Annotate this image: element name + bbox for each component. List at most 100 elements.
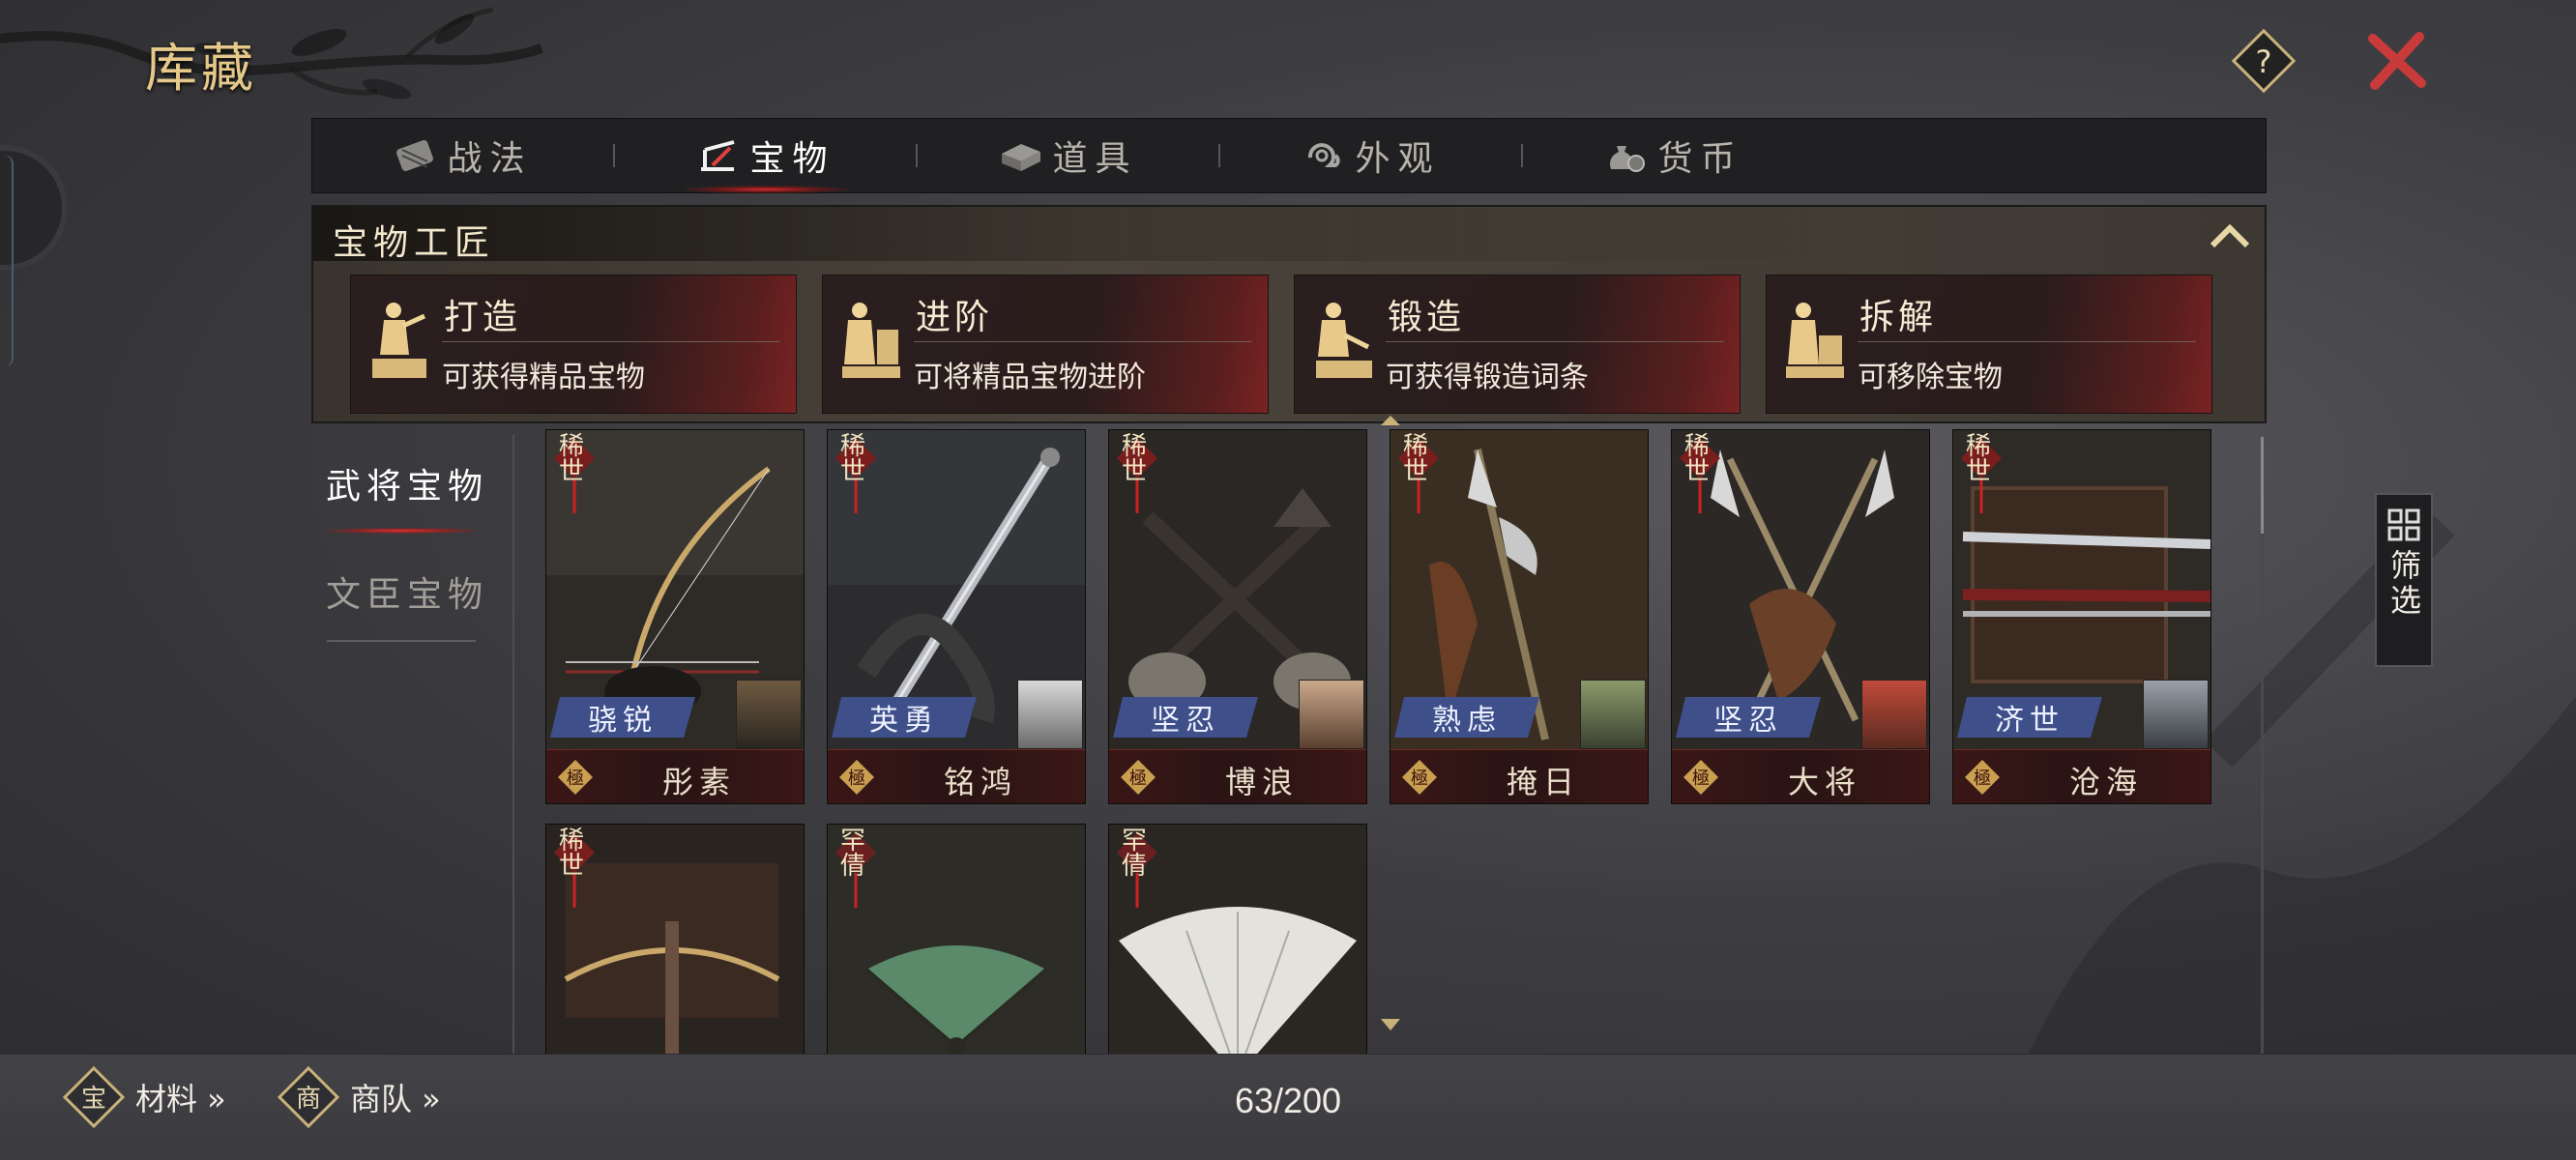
tab-currency-label: 货币 [1657,139,1743,179]
treasure-card[interactable]: 罕倩 [1108,824,1367,1054]
rarity-label: 罕倩 [1121,826,1147,881]
grade-icon: 極 [1121,760,1156,795]
rarity-label: 稀世 [839,432,865,486]
treasure-card[interactable]: 稀世 坚忍 極 大将 [1671,429,1930,804]
svg-text:?: ? [2256,44,2272,80]
caravan-link[interactable]: 商 商队 » [277,1063,441,1131]
treasure-card[interactable]: 罕倩 [827,824,1086,1054]
treasure-card[interactable]: 稀世 [545,824,805,1054]
craft-description: 可获得精品宝物 [442,361,645,394]
svg-text:極: 極 [1411,768,1428,789]
craft-card-advance[interactable]: 进阶 可将精品宝物进阶 [822,275,1269,414]
weapon-rack-icon [701,140,735,171]
svg-text:極: 極 [848,768,865,789]
treasure-name: 铭鸿 [943,764,1017,800]
treasure-footer: 極 沧海 [1953,749,2210,803]
tab-treasure-label: 宝物 [749,139,835,179]
trait-label: 济世 [1995,704,2064,738]
tab-tactics[interactable]: 战法 [312,118,613,193]
blacksmith-icon [842,303,900,378]
rarity-label: 稀世 [558,826,584,881]
category-general-treasure[interactable]: 武将宝物 [315,458,499,508]
general-portrait [1580,680,1646,749]
tab-treasure[interactable]: 宝物 [615,118,916,193]
treasure-name: 掩日 [1506,764,1580,800]
treasure-card[interactable]: 稀世 骁锐 極 彤素 [545,429,805,804]
scroll-down-indicator [1381,1019,1400,1030]
craft-name: 进阶 [916,298,994,337]
tab-tactics-label: 战法 [447,139,533,179]
treasure-card[interactable]: 稀世 坚忍 極 博浪 [1108,429,1367,804]
tab-currency[interactable]: 货币 [1523,118,1824,193]
craft-card-dismantle[interactable]: 拆解 可移除宝物 [1766,275,2212,414]
treasure-card[interactable]: 稀世 熟虑 極 掩日 [1390,429,1649,804]
craft-description: 可将精品宝物进阶 [914,361,1146,394]
treasure-grid: 稀世 骁锐 極 彤素 稀世 英勇 極 铭鸿 稀世 坚忍 極 博浪 稀世 熟虑 極… [545,429,2218,1054]
svg-text:極: 極 [567,768,584,789]
side-drawer-edge [0,155,14,367]
craft-divider [442,341,780,342]
caravan-label: 商队 » [350,1081,441,1117]
main-tab-bar: 战法 宝物 道具 外观 货币 [311,118,2267,193]
trait-label: 熟虑 [1432,704,1502,738]
help-icon[interactable]: ? [2230,27,2298,95]
svg-text:極: 極 [1974,768,1991,789]
category-active-indicator [327,528,476,534]
rarity-label: 稀世 [1683,432,1710,486]
craft-name: 拆解 [1859,298,1938,337]
close-icon[interactable] [2365,29,2429,93]
materials-icon: 宝 [62,1065,126,1129]
general-portrait [736,680,802,749]
treasure-card[interactable]: 稀世 英勇 極 铭鸿 [827,429,1086,804]
general-portrait [1017,680,1083,749]
trait-badge: 济世 [1957,697,2102,738]
blacksmith-icon [1316,303,1372,378]
materials-label: 材料 » [135,1081,226,1117]
craft-divider [1858,341,2196,342]
scrollbar-thumb[interactable] [2261,437,2264,534]
treasure-footer: 極 彤素 [546,749,804,803]
svg-text:極: 極 [1692,768,1710,789]
trait-label: 英勇 [869,704,939,738]
general-portrait [1861,680,1927,749]
treasure-name: 博浪 [1224,764,1299,800]
rarity-label: 罕倩 [839,826,865,881]
craft-card-forge[interactable]: 打造 可获得精品宝物 [350,275,797,414]
general-portrait [2143,680,2209,749]
trait-label: 坚忍 [1151,704,1220,738]
category-separator [512,435,514,1054]
scroll-bundle-icon [396,140,434,171]
materials-link[interactable]: 宝 材料 » [62,1063,226,1131]
craft-card-smith[interactable]: 锻造 可获得锻造词条 [1294,275,1741,414]
craft-divider [1386,341,1724,342]
treasure-footer: 極 博浪 [1109,749,1366,803]
trait-badge: 英勇 [832,697,977,738]
svg-text:極: 極 [1129,768,1147,789]
filter-button[interactable]: 筛选 [2375,493,2433,667]
craft-divider [914,341,1252,342]
tab-items[interactable]: 道具 [918,118,1218,193]
page-title: 库藏 [145,38,257,99]
treasure-name: 大将 [1787,764,1861,800]
grade-icon: 極 [558,760,593,795]
treasure-card[interactable]: 稀世 济世 極 沧海 [1952,429,2211,804]
coin-bag-icon [1610,146,1646,172]
rarity-label: 稀世 [1121,432,1147,486]
caravan-icon: 商 [277,1065,340,1129]
category-official-treasure[interactable]: 文臣宝物 [315,566,499,617]
artisan-title: 宝物工匠 [333,223,496,263]
treasure-footer: 極 大将 [1672,749,1929,803]
craft-description: 可移除宝物 [1858,361,2003,394]
tab-appearance[interactable]: 外观 [1220,118,1521,193]
general-portrait [1299,680,1364,749]
grid-icon [2387,508,2420,541]
scroll-up-indicator [1381,416,1400,425]
rarity-label: 稀世 [558,432,584,486]
tab-appearance-label: 外观 [1355,139,1441,179]
chevron-up-icon[interactable] [2207,220,2253,249]
grade-icon: 極 [839,760,874,795]
rarity-label: 稀世 [1402,432,1428,486]
grade-icon: 極 [1402,760,1437,795]
craft-description: 可获得锻造词条 [1386,361,1589,394]
svg-text:宝: 宝 [81,1085,106,1114]
